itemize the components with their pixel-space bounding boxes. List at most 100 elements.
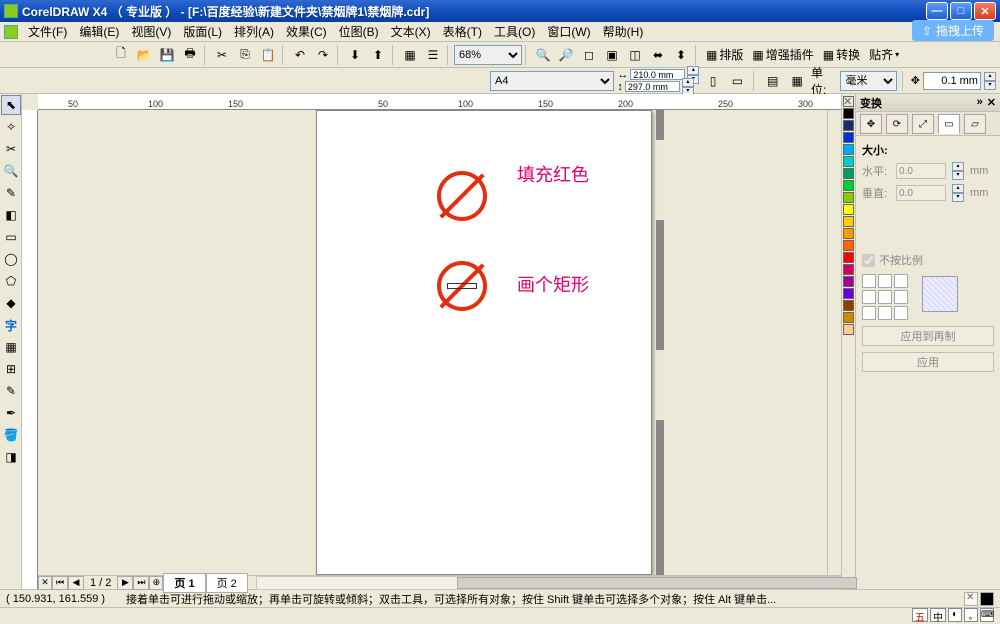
menu-window[interactable]: 窗口(W) xyxy=(541,21,596,42)
color-swatch[interactable] xyxy=(843,144,854,155)
tab-position[interactable]: ✥ xyxy=(860,114,882,134)
h-down[interactable]: ▾ xyxy=(952,171,964,180)
portrait-button[interactable]: ▯ xyxy=(702,70,723,92)
print-button[interactable]: 🖶 xyxy=(179,44,201,66)
menu-text[interactable]: 文本(X) xyxy=(385,21,437,42)
convert-button[interactable]: ▦转换 xyxy=(819,46,864,63)
menu-layout[interactable]: 版面(L) xyxy=(177,21,228,42)
no-color-swatch[interactable]: ✕ xyxy=(843,96,854,107)
color-swatch[interactable] xyxy=(843,132,854,143)
color-swatch[interactable] xyxy=(843,168,854,179)
zoom-all-icon[interactable]: ▣ xyxy=(601,44,623,66)
canvas-area[interactable]: 填充红色 画个矩形 xyxy=(38,110,841,589)
menu-file[interactable]: 文件(F) xyxy=(22,21,73,42)
color-swatch[interactable] xyxy=(843,216,854,227)
docker-close-icon[interactable]: ✕ xyxy=(987,96,996,109)
color-swatch[interactable] xyxy=(843,192,854,203)
basic-shapes-tool[interactable]: ◆ xyxy=(1,293,21,313)
next-page-button[interactable]: ▶ xyxy=(117,576,133,590)
color-swatch[interactable] xyxy=(843,156,854,167)
paste-button[interactable]: 📋 xyxy=(257,44,279,66)
zoom-tool[interactable]: 🔍 xyxy=(1,161,21,181)
interactive-tool[interactable]: ⊞ xyxy=(1,359,21,379)
anchor-tc[interactable] xyxy=(878,274,892,288)
maximize-button[interactable]: □ xyxy=(950,2,972,20)
height-up[interactable]: ▴ xyxy=(682,78,694,87)
crop-tool[interactable]: ✂ xyxy=(1,139,21,159)
tab-skew[interactable]: ▱ xyxy=(964,114,986,134)
page-tab-2[interactable]: 页 2 xyxy=(206,573,248,593)
tab-size[interactable]: ▭ xyxy=(938,114,960,134)
anchor-grid[interactable] xyxy=(862,274,908,320)
width-up[interactable]: ▴ xyxy=(687,66,699,75)
unit-select[interactable]: 毫米 xyxy=(840,71,896,91)
outline-tool[interactable]: ✒ xyxy=(1,403,21,423)
nudge-down[interactable]: ▾ xyxy=(984,81,996,90)
apply-button[interactable]: 应用 xyxy=(862,352,994,372)
snap-button[interactable]: 贴齐▾ xyxy=(865,46,903,63)
color-swatch[interactable] xyxy=(843,276,854,287)
rectangle-tool[interactable]: ▭ xyxy=(1,227,21,247)
launch-button[interactable]: ▦ xyxy=(399,44,421,66)
page-width-input[interactable] xyxy=(630,69,685,80)
nudge-up[interactable]: ▴ xyxy=(984,72,996,81)
color-swatch[interactable] xyxy=(843,288,854,299)
zoom-in-icon[interactable]: 🔍 xyxy=(532,44,554,66)
export-button[interactable]: ⬆ xyxy=(367,44,389,66)
zoom-width-icon[interactable]: ⬌ xyxy=(647,44,669,66)
import-button[interactable]: ⬇ xyxy=(344,44,366,66)
anchor-ml[interactable] xyxy=(862,290,876,304)
color-swatch[interactable] xyxy=(843,228,854,239)
new-button[interactable]: 🗋 xyxy=(110,44,132,66)
table-tool[interactable]: ▦ xyxy=(1,337,21,357)
paiban-button[interactable]: ▦排版 xyxy=(702,46,747,63)
anchor-mr[interactable] xyxy=(894,290,908,304)
color-swatch[interactable] xyxy=(843,252,854,263)
page-layout-1[interactable]: ▤ xyxy=(762,70,783,92)
add-page-icon[interactable]: ✕ xyxy=(38,576,52,590)
menu-bitmap[interactable]: 位图(B) xyxy=(333,21,385,42)
paper-select[interactable]: A4 xyxy=(490,71,614,91)
eyedropper-tool[interactable]: ✎ xyxy=(1,381,21,401)
ime-keyboard-icon[interactable]: ⌨ xyxy=(980,608,994,622)
color-swatch[interactable] xyxy=(843,108,854,119)
ellipse-tool[interactable]: ◯ xyxy=(1,249,21,269)
last-page-button[interactable]: ⏭ xyxy=(133,576,149,590)
ime-shape-icon[interactable]: ◐ xyxy=(948,608,962,622)
menu-effects[interactable]: 效果(C) xyxy=(280,21,333,42)
page-tab-1[interactable]: 页 1 xyxy=(163,573,205,593)
prev-page-button[interactable]: ◀ xyxy=(68,576,84,590)
color-swatch[interactable] xyxy=(843,324,854,335)
first-page-button[interactable]: ⏮ xyxy=(52,576,68,590)
undo-button[interactable]: ↶ xyxy=(289,44,311,66)
horiz-input[interactable] xyxy=(896,163,946,179)
page[interactable]: 填充红色 画个矩形 xyxy=(316,110,652,575)
menu-arrange[interactable]: 排列(A) xyxy=(228,21,280,42)
color-swatch[interactable] xyxy=(843,300,854,311)
polygon-tool[interactable]: ⬠ xyxy=(1,271,21,291)
color-swatch[interactable] xyxy=(843,312,854,323)
page-layout-2[interactable]: ▦ xyxy=(787,70,808,92)
close-button[interactable]: ✕ xyxy=(974,2,996,20)
menu-view[interactable]: 视图(V) xyxy=(125,21,177,42)
docker-collapse-icon[interactable]: » xyxy=(977,96,983,109)
color-swatch[interactable] xyxy=(843,240,854,251)
color-swatch[interactable] xyxy=(843,180,854,191)
open-button[interactable]: 📂 xyxy=(133,44,155,66)
outline-color-icon[interactable] xyxy=(980,592,994,606)
freehand-tool[interactable]: ✎ xyxy=(1,183,21,203)
smartfill-tool[interactable]: ◧ xyxy=(1,205,21,225)
vertical-scrollbar[interactable] xyxy=(827,110,841,575)
ime-icon[interactable]: 五 xyxy=(912,608,928,622)
page-height-input[interactable] xyxy=(625,81,680,92)
menu-table[interactable]: 表格(T) xyxy=(437,21,488,42)
nudge-input[interactable] xyxy=(923,72,981,90)
minimize-button[interactable]: — xyxy=(926,2,948,20)
tab-scale[interactable]: ⤢ xyxy=(912,114,934,134)
menu-edit[interactable]: 编辑(E) xyxy=(73,21,125,42)
vert-input[interactable] xyxy=(896,185,946,201)
menu-help[interactable]: 帮助(H) xyxy=(597,21,650,42)
h-up[interactable]: ▴ xyxy=(952,162,964,171)
interactive-fill-tool[interactable]: ◨ xyxy=(1,447,21,467)
anchor-mc[interactable] xyxy=(878,290,892,304)
